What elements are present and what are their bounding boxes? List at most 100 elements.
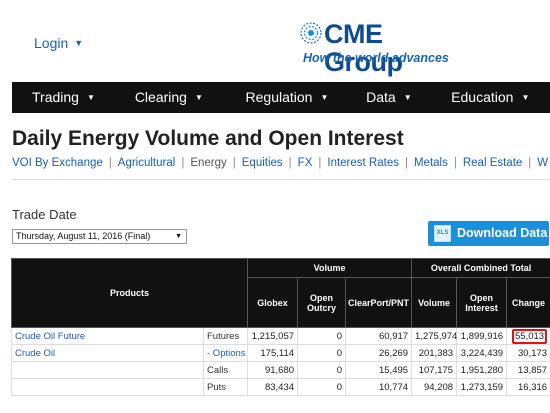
open-outcry-cell: 0 — [297, 361, 347, 379]
volume-cell: 107,175 — [411, 361, 458, 379]
highlighted-change-value: 55,013 — [512, 328, 548, 344]
subnav-voi-by-exchange[interactable]: VOI By Exchange — [12, 157, 103, 169]
xls-file-icon: XLS — [434, 225, 451, 242]
separator: | — [288, 157, 292, 169]
table-row: Puts 83,434 0 10,774 94,208 1,273,159 16… — [11, 378, 550, 396]
change-cell: 55,013 — [506, 327, 550, 345]
globex-cell: 83,434 — [247, 378, 299, 396]
nav-item-education[interactable]: Education ▼ — [451, 82, 550, 113]
nav-item-label: Regulation — [245, 89, 313, 105]
volume-header: Volume — [411, 277, 458, 328]
volume-cell: 94,208 — [411, 378, 458, 396]
overall-total-group-header: Overall Combined Total — [411, 258, 550, 278]
type-cell: Puts — [202, 378, 249, 396]
separator: | — [453, 157, 457, 169]
trade-date-value: Thursday, August 11, 2016 (Final) — [16, 231, 151, 241]
table-row: Calls 91,680 0 15,495 107,175 1,951,280 … — [11, 361, 550, 379]
nav-item-label: Education — [451, 89, 514, 105]
options-link[interactable]: - Options — [202, 344, 249, 362]
login-label[interactable]: Login — [34, 35, 68, 51]
subnav-metals[interactable]: Metals — [414, 157, 448, 169]
divider — [12, 179, 550, 180]
subnav-fx[interactable]: FX — [298, 157, 313, 169]
separator: | — [181, 157, 185, 169]
subnav-weather[interactable]: W — [537, 157, 548, 169]
open-outcry-header: Open Outcry — [297, 277, 347, 328]
clearport-cell: 10,774 — [345, 378, 413, 396]
subnav-interest-rates[interactable]: Interest Rates — [327, 157, 399, 169]
open-interest-cell: 1,951,280 — [456, 361, 508, 379]
open-interest-header: Open Interest — [456, 277, 508, 328]
clearport-cell: 60,917 — [345, 327, 413, 345]
site-header: Login ▼ CME Group How the world advances — [0, 0, 550, 82]
chevron-down-icon: ▼ — [194, 93, 203, 102]
cme-logo[interactable]: CME Group How the world advances — [300, 20, 460, 76]
clearport-header: ClearPort/PNT — [345, 277, 413, 328]
globex-cell: 1,215,057 — [247, 327, 299, 345]
logo-text: CME Group — [324, 19, 403, 77]
logo-tagline: How the world advances — [303, 51, 449, 65]
separator: | — [108, 157, 112, 169]
nav-item-data[interactable]: Data ▼ — [366, 82, 451, 113]
change-cell: 16,316 — [506, 378, 550, 396]
chevron-down-icon: ▼ — [74, 38, 84, 48]
chevron-down-icon: ▼ — [521, 93, 530, 102]
trade-date-select[interactable]: Thursday, August 11, 2016 (Final) ▼ — [12, 229, 187, 244]
separator: | — [528, 157, 532, 169]
chevron-down-icon: ▼ — [320, 93, 329, 102]
open-outcry-cell: 0 — [297, 327, 347, 345]
product-link[interactable]: Crude Oil Future — [15, 331, 85, 342]
nav-item-clearing[interactable]: Clearing ▼ — [135, 82, 246, 113]
subnav-energy: Energy — [190, 157, 227, 169]
product-cell: Crude Oil — [11, 344, 204, 362]
product-cell — [11, 378, 204, 396]
nav-item-regulation[interactable]: Regulation ▼ — [246, 82, 367, 113]
sub-navigation: VOI By Exchange | Agricultural | Energy | Equi… — [12, 157, 548, 169]
open-outcry-cell: 0 — [297, 378, 347, 396]
globex-cell: 175,114 — [247, 344, 299, 362]
volume-group-header: Volume — [247, 258, 413, 278]
change-cell: 30,173 — [506, 344, 550, 362]
dropdown-arrow-icon: ▼ — [175, 233, 182, 240]
open-interest-cell: 3,224,439 — [456, 344, 508, 362]
products-header: Products — [10, 258, 249, 328]
download-data-label: Download Data — [457, 226, 548, 240]
globex-header: Globex — [247, 277, 299, 328]
main-nav: Trading ▼ Clearing ▼ Regulation ▼ Data ▼ Edu… — [12, 82, 550, 113]
open-interest-cell: 1,899,916 — [456, 327, 508, 345]
separator: | — [404, 157, 408, 169]
nav-item-label: Clearing — [134, 89, 187, 105]
clearport-cell: 26,269 — [345, 344, 413, 362]
separator: | — [318, 157, 322, 169]
type-cell: Futures — [202, 327, 249, 345]
subnav-equities[interactable]: Equities — [242, 157, 283, 169]
open-interest-cell: 1,273,159 — [456, 378, 508, 396]
separator: | — [232, 157, 236, 169]
subnav-agricultural[interactable]: Agricultural — [118, 157, 176, 169]
table-row: Crude Oil - Options 175,114 0 26,269 201… — [11, 344, 550, 362]
chevron-down-icon: ▼ — [86, 93, 95, 102]
product-link[interactable]: Crude Oil — [15, 348, 55, 359]
volume-cell: 1,275,974 — [411, 327, 457, 345]
clearport-cell: 15,495 — [345, 361, 413, 379]
trade-date-label: Trade Date — [12, 207, 77, 222]
product-cell: Crude Oil Future — [11, 327, 204, 345]
chevron-down-icon: ▼ — [403, 93, 412, 102]
page-title: Daily Energy Volume and Open Interest — [12, 127, 404, 150]
globex-cell: 91,680 — [247, 361, 299, 379]
download-data-button[interactable]: XLS Download Data — [428, 221, 549, 246]
subnav-real-estate[interactable]: Real Estate — [463, 157, 522, 169]
open-outcry-cell: 0 — [297, 344, 347, 362]
nav-item-label: Data — [366, 89, 396, 105]
change-cell: 13,857 — [506, 361, 550, 379]
table-row: Crude Oil Future Futures 1,215,057 0 60,… — [11, 327, 550, 345]
nav-item-trading[interactable]: Trading ▼ — [32, 82, 135, 113]
volume-oi-table: Products Volume Overall Combined Total G… — [10, 258, 550, 396]
volume-cell: 201,383 — [411, 344, 458, 362]
nav-item-label: Trading — [32, 89, 79, 105]
change-header: Change — [506, 277, 550, 328]
type-cell: Calls — [202, 361, 249, 379]
product-cell — [11, 361, 204, 379]
globe-icon — [300, 22, 322, 44]
login-menu[interactable]: Login ▼ — [34, 35, 83, 51]
